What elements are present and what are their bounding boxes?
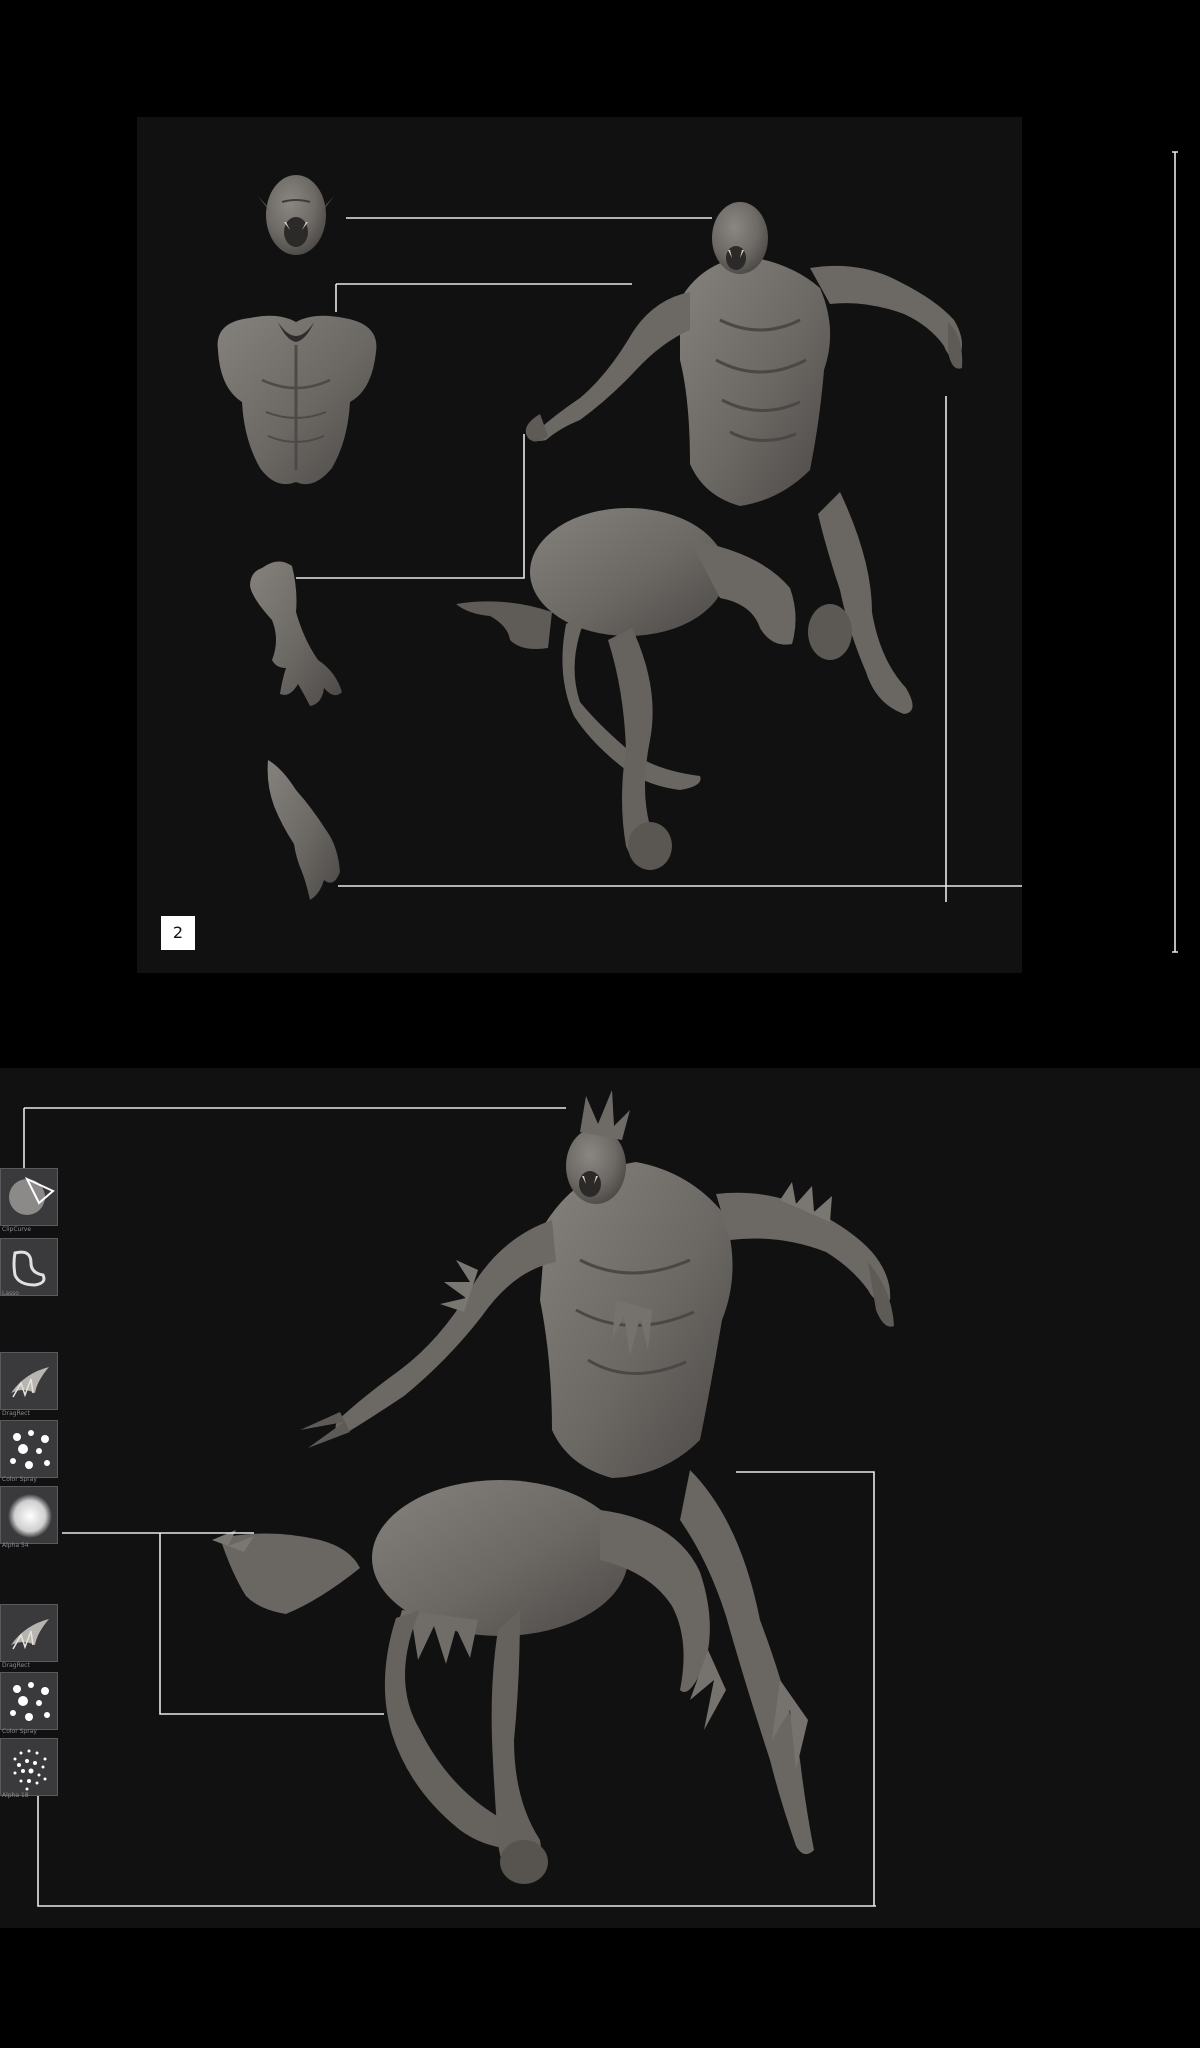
- tool-label: DragRect: [2, 1662, 30, 1669]
- clipcurve-brush-icon: [9, 1176, 55, 1215]
- step-number-badge: 2: [161, 916, 195, 950]
- alpha-icon: [13, 1749, 47, 1791]
- tool-label: ClipCurve: [2, 1226, 32, 1233]
- tool-slot-clipcurve[interactable]: [0, 1168, 58, 1226]
- lasso-stroke-icon: [12, 1250, 46, 1287]
- tool-label: Color Spray: [2, 1476, 37, 1483]
- tool-label: Lasso: [2, 1290, 19, 1297]
- tool-label: Alpha 54: [2, 1542, 29, 1549]
- tool-slot-alpha-2[interactable]: [0, 1738, 58, 1796]
- tool-label: Color Spray: [2, 1728, 37, 1735]
- tool-slot-color-spray-1[interactable]: [0, 1420, 58, 1478]
- tool-slot-dragrect-1[interactable]: [0, 1352, 58, 1410]
- alpha-icon: [8, 1494, 52, 1538]
- tool-slot-alpha-1[interactable]: [0, 1486, 58, 1544]
- color-spray-stroke-icon: [10, 1682, 50, 1721]
- fibre-pass-panel: [0, 1068, 1200, 1928]
- dragrect-brush-icon: [11, 1619, 49, 1650]
- tool-slot-dragrect-2[interactable]: [0, 1604, 58, 1662]
- color-spray-stroke-icon: [10, 1430, 50, 1469]
- dragrect-brush-icon: [11, 1367, 49, 1398]
- breakdown-panel: [137, 117, 1022, 973]
- tool-label: Alpha 18: [2, 1792, 29, 1799]
- tool-slot-color-spray-2[interactable]: [0, 1672, 58, 1730]
- tool-slot-lasso[interactable]: [0, 1238, 58, 1296]
- tool-label: DragRect: [2, 1410, 30, 1417]
